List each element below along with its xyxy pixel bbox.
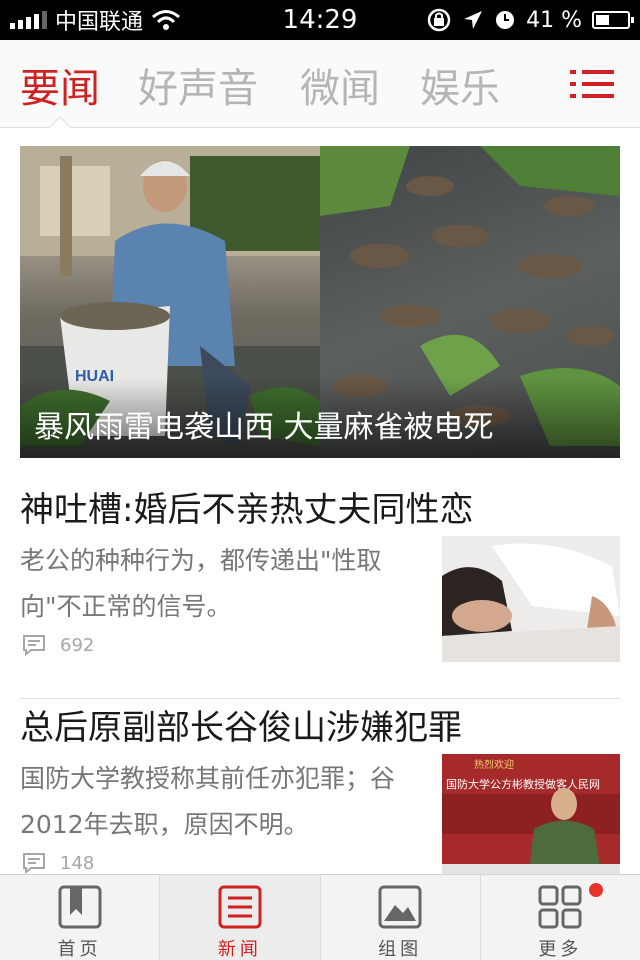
status-bar: 中国联通 14:29 41 % xyxy=(0,0,640,40)
bookmark-icon xyxy=(58,885,102,929)
thumbnail-image xyxy=(442,536,620,662)
thumb-banner: 国防大学公方彬教授做客人民网 xyxy=(446,777,600,791)
location-icon xyxy=(464,11,483,29)
nav-label: 更多 xyxy=(538,939,583,960)
nav-label: 新闻 xyxy=(217,939,262,960)
channel-menu-button[interactable] xyxy=(570,70,614,100)
tab-haoshengyin[interactable]: 好声音 xyxy=(138,56,258,114)
picture-icon xyxy=(378,885,422,929)
article-summary: 国防大学教授称其前任亦犯罪；谷2012年去职，原因不明。 xyxy=(20,764,396,839)
carrier-name: 中国联通 xyxy=(55,10,144,35)
comment-count: 148 xyxy=(22,852,94,874)
nav-label: 首页 xyxy=(57,939,102,960)
article-thumbnail: 热烈欢迎 国防大学公方彬教授做客人民网 xyxy=(442,754,620,880)
article-thumbnail xyxy=(442,536,620,662)
hero-card[interactable]: HUAI 暴风雨雷电袭山西 大量麻雀被电死 xyxy=(20,146,620,458)
comment-count-value: 692 xyxy=(60,634,95,656)
comment-icon xyxy=(23,853,45,874)
nav-more[interactable]: 更多 xyxy=(481,875,640,960)
comment-count-value: 148 xyxy=(60,852,95,874)
battery-percent: 41 % xyxy=(526,7,582,33)
article-summary: 老公的种种行为，都传递出"性取向"不正常的信号。 xyxy=(20,546,382,621)
thumbnail-image: 热烈欢迎 国防大学公方彬教授做客人民网 xyxy=(442,754,620,880)
signal-icon xyxy=(10,11,47,29)
article-title: 神吐槽:婚后不亲热丈夫同性恋 xyxy=(20,490,474,530)
thumb-banner-top: 热烈欢迎 xyxy=(474,758,514,771)
channel-tab-bar: 要闻 好声音 微闻 娱乐 xyxy=(0,40,640,128)
list-divider xyxy=(20,698,620,699)
active-tab-indicator xyxy=(48,116,72,128)
grid-icon xyxy=(538,885,582,929)
battery-icon xyxy=(592,11,634,29)
bottom-tab-bar: 首页 新闻 组图 更多 xyxy=(0,874,640,960)
notification-badge xyxy=(588,883,603,897)
nav-label: 组图 xyxy=(378,939,423,960)
tab-yule[interactable]: 娱乐 xyxy=(420,56,500,114)
news-list-icon xyxy=(218,885,262,929)
tab-weiwen[interactable]: 微闻 xyxy=(300,56,380,114)
tab-yaowen[interactable]: 要闻 xyxy=(20,56,100,114)
comment-icon xyxy=(23,635,45,656)
comment-count: 692 xyxy=(22,634,94,656)
alarm-icon xyxy=(496,11,515,29)
nav-home[interactable]: 首页 xyxy=(0,875,161,960)
article-title: 总后原副部长谷俊山涉嫌犯罪 xyxy=(20,708,462,748)
nav-gallery[interactable]: 组图 xyxy=(321,875,481,960)
wifi-icon xyxy=(152,10,180,30)
rotation-lock-icon xyxy=(427,8,451,32)
hero-title: 暴风雨雷电袭山西 大量麻雀被电死 xyxy=(34,410,494,445)
nav-news[interactable]: 新闻 xyxy=(160,875,321,960)
